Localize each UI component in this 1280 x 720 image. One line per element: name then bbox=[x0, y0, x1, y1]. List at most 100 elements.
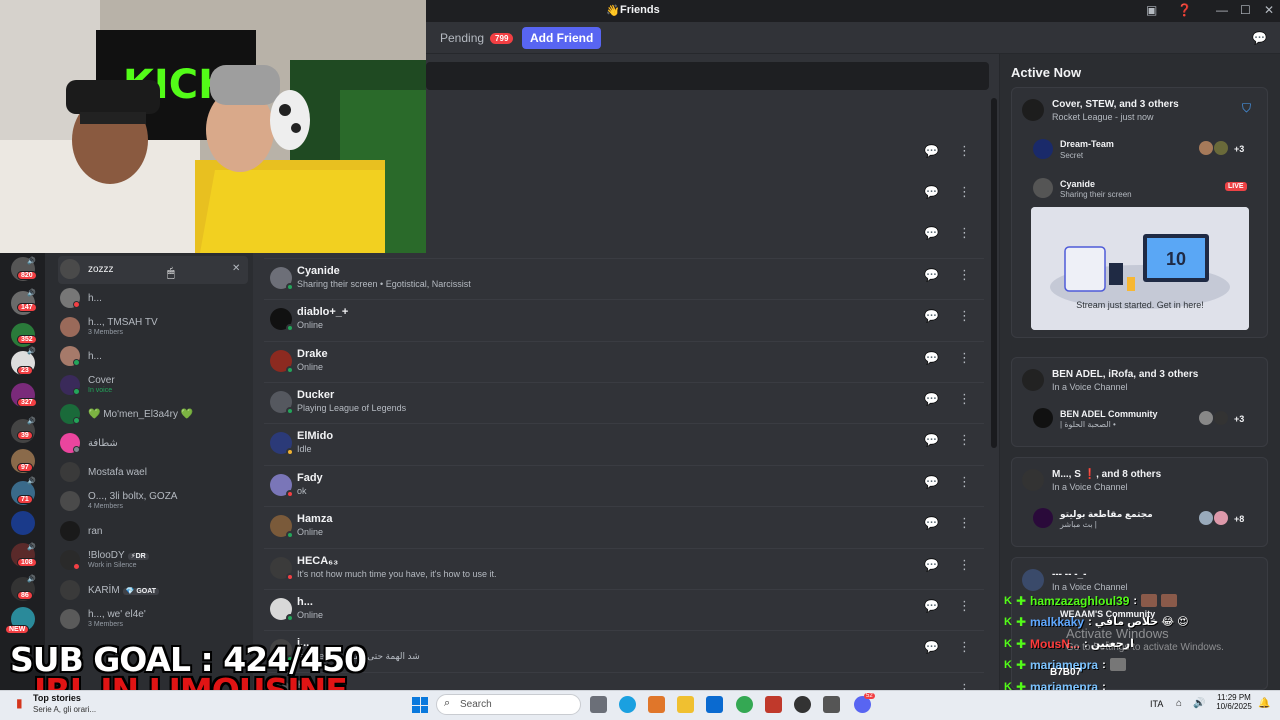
dm-item[interactable]: h..., TMSAH TV 3 Members bbox=[58, 314, 248, 342]
tab-pending[interactable]: Pending 799 bbox=[440, 27, 514, 49]
friend-row[interactable]: Drake Online 💬 ⋮ bbox=[264, 341, 984, 381]
message-icon[interactable]: 💬 bbox=[924, 558, 939, 572]
friend-row[interactable]: h... Online 💬 ⋮ bbox=[264, 589, 984, 629]
message-icon[interactable]: 💬 bbox=[924, 516, 939, 530]
message-icon[interactable]: 💬 bbox=[924, 185, 939, 199]
new-badge: NEW bbox=[5, 625, 30, 634]
dm-item[interactable]: ran bbox=[58, 518, 248, 546]
dm-item[interactable]: O..., 3li boltx, GOZA 4 Members bbox=[58, 488, 248, 516]
more-icon[interactable]: ⋮ bbox=[958, 639, 971, 655]
outlook-icon[interactable] bbox=[706, 696, 723, 713]
app-icon[interactable] bbox=[765, 696, 782, 713]
friend-row[interactable]: Fady ok 💬 ⋮ bbox=[264, 465, 984, 505]
more-icon[interactable]: ⋮ bbox=[958, 391, 971, 407]
screen-share-icon[interactable]: ▣ bbox=[1146, 3, 1157, 17]
close-dm-icon[interactable]: ✕ bbox=[232, 263, 240, 274]
dm-item[interactable]: h... bbox=[58, 285, 248, 313]
friend-row[interactable]: K... ⋮ bbox=[264, 672, 984, 690]
activity-card[interactable]: M..., S ❗, and 8 others In a Voice Chann… bbox=[1011, 457, 1268, 547]
settings-icon[interactable] bbox=[823, 696, 840, 713]
chrome-icon[interactable] bbox=[736, 696, 753, 713]
status-dot bbox=[73, 446, 80, 453]
dm-item[interactable]: Mostafa wael bbox=[58, 459, 248, 487]
friend-row[interactable]: Ducker Playing League of Legends 💬 ⋮ bbox=[264, 382, 984, 422]
stream-preview[interactable]: 10 bbox=[1031, 207, 1249, 330]
server-icon[interactable] bbox=[11, 511, 35, 535]
dm-item[interactable]: 💚 Mo'men_El3a4ry 💚 bbox=[58, 401, 248, 429]
friends-scrollbar[interactable] bbox=[991, 98, 997, 448]
dm-item[interactable]: zozzz ✕ bbox=[58, 256, 248, 284]
message-icon[interactable]: 💬 bbox=[924, 226, 939, 240]
task-view-icon[interactable] bbox=[590, 696, 607, 713]
file-explorer-icon[interactable] bbox=[677, 696, 694, 713]
language-indicator[interactable]: ITA bbox=[1150, 699, 1163, 709]
minimize-button[interactable]: — bbox=[1216, 3, 1228, 17]
friend-row[interactable]: diablo+_+ Online 💬 ⋮ bbox=[264, 299, 984, 339]
message-icon[interactable]: 💬 bbox=[924, 392, 939, 406]
more-icon[interactable]: ⋮ bbox=[958, 515, 971, 531]
status-dot bbox=[286, 448, 294, 456]
message-icon[interactable]: 💬 bbox=[924, 640, 939, 654]
avatar bbox=[60, 521, 80, 541]
dm-item[interactable]: KARİM 💎 GOAT bbox=[58, 577, 248, 605]
volume-icon[interactable]: 🔊 bbox=[1193, 698, 1205, 709]
more-icon[interactable]: ⋮ bbox=[958, 681, 971, 690]
store-icon[interactable] bbox=[648, 696, 665, 713]
more-icon[interactable]: ⋮ bbox=[958, 184, 971, 200]
start-button[interactable] bbox=[412, 697, 428, 713]
mention-badge: 71 bbox=[17, 495, 33, 504]
message-icon[interactable]: 💬 bbox=[924, 475, 939, 489]
message-icon[interactable]: 💬 bbox=[924, 599, 939, 613]
mention-badge: 352 bbox=[17, 335, 37, 344]
status-dot bbox=[286, 324, 294, 332]
dm-name: zozzz bbox=[88, 264, 114, 275]
speaker-icon: 🔊 bbox=[27, 290, 36, 297]
message-icon[interactable]: 💬 bbox=[924, 268, 939, 282]
dm-item[interactable]: !BlooDY ⚡DR Work in Silence bbox=[58, 547, 248, 575]
friend-row[interactable]: Hamza Online 💬 ⋮ bbox=[264, 506, 984, 546]
dm-item[interactable]: h... bbox=[58, 343, 248, 371]
network-icon[interactable]: ⌂ bbox=[1176, 698, 1182, 709]
friend-row[interactable]: HECA₆₃ It's not how much time you have, … bbox=[264, 548, 984, 588]
more-icon[interactable]: ⋮ bbox=[958, 267, 971, 283]
activity-card[interactable]: BEN ADEL, iRofa, and 3 others In a Voice… bbox=[1011, 357, 1268, 447]
friend-status: Online bbox=[297, 610, 324, 620]
taskbar-search-input[interactable] bbox=[436, 694, 581, 715]
message-icon[interactable]: 💬 bbox=[924, 144, 939, 158]
dm-item[interactable]: h..., we' el4e' 3 Members bbox=[58, 606, 248, 634]
maximize-button[interactable]: ☐ bbox=[1240, 3, 1251, 17]
dm-item[interactable]: شطافة bbox=[58, 430, 248, 458]
more-icon[interactable]: ⋮ bbox=[958, 557, 971, 573]
dm-item[interactable]: Cover In voice bbox=[58, 372, 248, 400]
activity-subtitle: Rocket League - just now bbox=[1052, 112, 1154, 122]
friend-status: ok bbox=[297, 486, 307, 496]
notification-icon[interactable]: 🔔 bbox=[1258, 698, 1270, 709]
more-icon[interactable]: ⋮ bbox=[958, 350, 971, 366]
close-button[interactable]: ✕ bbox=[1264, 3, 1274, 17]
mention-badge: 97 bbox=[17, 463, 33, 472]
message-icon[interactable]: 💬 bbox=[924, 433, 939, 447]
more-icon[interactable]: ⋮ bbox=[958, 474, 971, 490]
friends-search-input[interactable] bbox=[426, 62, 989, 90]
friend-row[interactable]: Cyanide Sharing their screen • Egotistic… bbox=[264, 258, 984, 298]
more-icon[interactable]: ⋮ bbox=[958, 225, 971, 241]
news-icon[interactable]: ▮ bbox=[16, 696, 23, 710]
more-icon[interactable]: ⋮ bbox=[958, 598, 971, 614]
friend-row[interactable]: ElMido Idle 💬 ⋮ bbox=[264, 423, 984, 463]
new-group-dm-icon[interactable]: 💬 bbox=[1252, 31, 1267, 45]
dm-name: !BlooDY ⚡DR bbox=[88, 550, 149, 561]
more-icon[interactable]: ⋮ bbox=[958, 308, 971, 324]
add-friend-button[interactable]: Add Friend bbox=[522, 27, 602, 49]
obs-icon[interactable] bbox=[794, 696, 811, 713]
news-title[interactable]: Top stories bbox=[33, 693, 81, 703]
message-icon[interactable]: 💬 bbox=[924, 351, 939, 365]
more-icon[interactable]: ⋮ bbox=[958, 432, 971, 448]
dm-subtext: 4 Members bbox=[88, 503, 124, 510]
more-icon[interactable]: ⋮ bbox=[958, 143, 971, 159]
help-icon[interactable]: ❓ bbox=[1177, 3, 1192, 17]
edge-icon[interactable] bbox=[619, 696, 636, 713]
friend-row[interactable]: i... league +2 • شد الهمة حتى القمة 💬 ⋮ bbox=[264, 630, 984, 670]
message-icon[interactable]: 💬 bbox=[924, 309, 939, 323]
news-subtitle[interactable]: Serie A, gli orari... bbox=[33, 705, 96, 714]
clock[interactable]: 11:29 PM 10/6/2025 bbox=[1212, 693, 1256, 711]
